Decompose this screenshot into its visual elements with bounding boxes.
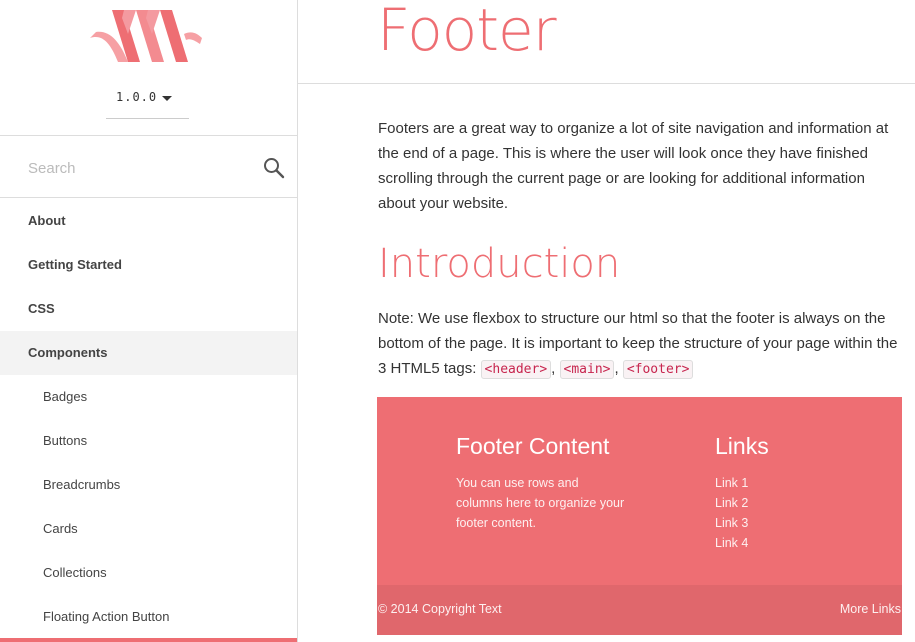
intro-paragraph: Footers are a great way to organize a lo… <box>378 120 889 212</box>
code-footer-tag: <footer> <box>622 360 694 379</box>
footer-example: Footer Content You can use rows and colu… <box>377 397 902 635</box>
footer-content-title: Footer Content <box>456 433 610 459</box>
code-main-tag: <main> <box>559 360 615 379</box>
section-title: Introduction <box>378 241 621 287</box>
sidebar-item-components[interactable]: Components <box>0 331 297 375</box>
code-header-tag: <header> <box>480 360 552 379</box>
note-paragraph: Note: We use flexbox to structure our ht… <box>378 306 903 382</box>
footer-link-2[interactable]: Link 2 <box>715 493 748 513</box>
footer-link-4[interactable]: Link 4 <box>715 533 748 553</box>
sidebar-item-about[interactable]: About <box>0 199 297 243</box>
sidebar-item-css[interactable]: CSS <box>0 287 297 331</box>
tag-separator: , <box>551 360 560 377</box>
copyright-text: © 2014 Copyright Text <box>378 602 502 616</box>
footer-links-title: Links <box>715 433 769 459</box>
footer-link-3[interactable]: Link 3 <box>715 513 748 533</box>
page-header: Footer <box>298 0 915 84</box>
materialize-logo[interactable] <box>88 4 204 66</box>
footer-link-1[interactable]: Link 1 <box>715 473 748 493</box>
more-links-link[interactable]: More Links <box>840 602 901 616</box>
version-value: 1.0.0 <box>116 90 158 104</box>
sidebar-subitem-buttons[interactable]: Buttons <box>0 419 297 463</box>
search-bar <box>0 136 297 198</box>
sidebar: 1.0.0 About Getting Started CSS Componen… <box>0 0 298 642</box>
sidebar-subitem-collections[interactable]: Collections <box>0 551 297 595</box>
sidebar-item-getting-started[interactable]: Getting Started <box>0 243 297 287</box>
caret-down-icon <box>162 96 172 101</box>
active-item-indicator <box>0 638 297 642</box>
footer-copyright-bar: © 2014 Copyright Text More Links <box>377 585 902 635</box>
search-input[interactable] <box>28 156 248 180</box>
version-select[interactable]: 1.0.0 <box>106 82 189 119</box>
search-icon[interactable] <box>263 157 285 179</box>
sidebar-subitem-badges[interactable]: Badges <box>0 375 297 419</box>
tag-separator: , <box>614 360 623 377</box>
sidebar-subitem-floating-action-button[interactable]: Floating Action Button <box>0 595 297 639</box>
sidebar-subitem-breadcrumbs[interactable]: Breadcrumbs <box>0 463 297 507</box>
sidebar-nav: About Getting Started CSS Components Bad… <box>0 199 297 639</box>
footer-links-list: Link 1 Link 2 Link 3 Link 4 <box>715 473 748 553</box>
page-title: Footer <box>377 0 557 64</box>
sidebar-subitem-cards[interactable]: Cards <box>0 507 297 551</box>
footer-content-text: You can use rows and columns here to org… <box>456 476 625 530</box>
